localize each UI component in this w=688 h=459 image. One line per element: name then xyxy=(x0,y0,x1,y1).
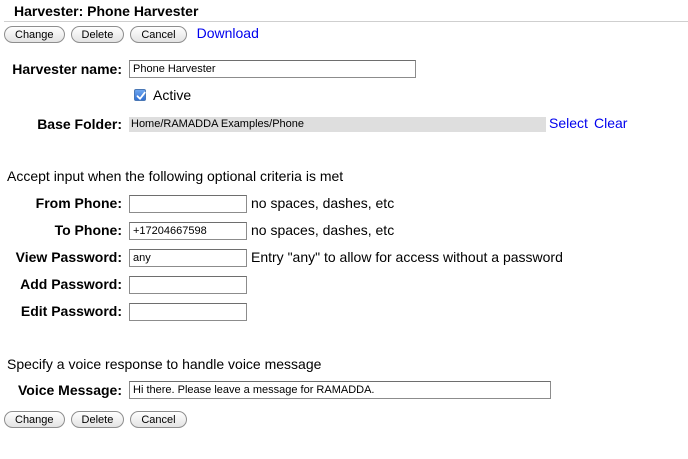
base-folder-label: Base Folder: xyxy=(37,116,122,132)
change-button[interactable]: Change xyxy=(4,26,65,43)
voice-message-label: Voice Message: xyxy=(17,382,122,398)
voice-intro: Specify a voice response to handle voice… xyxy=(7,356,322,372)
voice-message-input[interactable] xyxy=(129,381,551,399)
change-button[interactable]: Change xyxy=(4,411,65,428)
download-link[interactable]: Download xyxy=(197,25,259,41)
to-phone-label: To Phone: xyxy=(54,222,122,238)
active-label: Active xyxy=(153,87,192,103)
from-phone-hint: no spaces, dashes, etc xyxy=(251,195,395,211)
from-phone-label: From Phone: xyxy=(35,195,122,211)
base-folder-value: Home/RAMADDA Examples/Phone xyxy=(129,117,546,132)
cancel-button[interactable]: Cancel xyxy=(130,26,187,43)
to-phone-input[interactable] xyxy=(129,222,247,240)
clear-folder-link[interactable]: Clear xyxy=(594,115,627,131)
title-divider xyxy=(4,21,688,22)
harvester-name-label: Harvester name: xyxy=(12,61,122,77)
cancel-button[interactable]: Cancel xyxy=(130,411,187,428)
view-password-input[interactable] xyxy=(129,249,247,267)
view-password-hint: Entry "any" to allow for access without … xyxy=(251,249,563,265)
add-password-input[interactable] xyxy=(129,276,247,294)
criteria-intro: Accept input when the following optional… xyxy=(7,168,344,184)
edit-password-label: Edit Password: xyxy=(20,303,122,319)
delete-button[interactable]: Delete xyxy=(70,26,125,43)
checkmark-icon xyxy=(136,91,146,100)
add-password-label: Add Password: xyxy=(20,276,122,292)
delete-button[interactable]: Delete xyxy=(70,411,125,428)
view-password-label: View Password: xyxy=(15,249,122,265)
select-folder-link[interactable]: Select xyxy=(549,115,588,131)
from-phone-input[interactable] xyxy=(129,195,247,213)
active-checkbox[interactable] xyxy=(134,89,146,101)
page-title: Harvester: Phone Harvester xyxy=(14,3,199,19)
harvester-name-input[interactable] xyxy=(129,60,416,78)
to-phone-hint: no spaces, dashes, etc xyxy=(251,222,395,238)
edit-password-input[interactable] xyxy=(129,303,247,321)
top-button-bar: Change Delete Cancel Download xyxy=(4,25,259,43)
bottom-button-bar: Change Delete Cancel xyxy=(4,411,187,428)
